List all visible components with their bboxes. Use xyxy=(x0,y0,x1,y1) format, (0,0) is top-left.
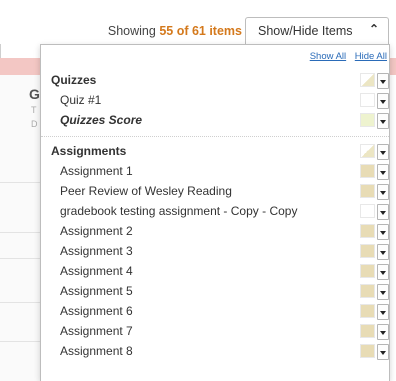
list-item-label: Assignment 5 xyxy=(60,284,133,298)
caret-down-icon xyxy=(380,231,386,235)
showing-status: Showing 55 of 61 items xyxy=(108,24,242,38)
color-swatch[interactable] xyxy=(360,324,375,338)
showing-prefix: Showing xyxy=(107,24,156,38)
color-swatch[interactable] xyxy=(360,344,375,358)
list-item-label: Assignment 4 xyxy=(60,264,133,278)
caret-down-icon xyxy=(380,191,386,195)
color-swatch[interactable] xyxy=(360,284,375,298)
caret-down-icon xyxy=(380,271,386,275)
caret-down-icon xyxy=(380,211,386,215)
color-swatch[interactable] xyxy=(360,184,375,198)
row-menu-button[interactable] xyxy=(377,164,389,180)
row-menu-button[interactable] xyxy=(377,284,389,300)
list-item-label: Assignment 1 xyxy=(60,164,133,178)
list-item[interactable]: Assignment 3 xyxy=(41,241,389,261)
color-swatch[interactable] xyxy=(360,164,375,178)
row-menu-button[interactable] xyxy=(377,224,389,240)
grid-line xyxy=(0,232,40,233)
grid-line xyxy=(0,258,40,259)
caret-down-icon xyxy=(380,331,386,335)
list-item-label: Assignment 7 xyxy=(60,324,133,338)
list-item-label: gradebook testing assignment - Copy - Co… xyxy=(60,204,298,218)
row-menu-button[interactable] xyxy=(377,344,389,360)
caret-down-icon xyxy=(380,100,386,104)
color-swatch[interactable] xyxy=(360,224,375,238)
grid-column-initial: G xyxy=(29,86,40,102)
show-hide-panel: Show All Hide All Quizzes Quiz #1 Quizzes … xyxy=(40,44,390,381)
showing-count: 55 of 61 items xyxy=(159,24,242,38)
list-item[interactable]: Assignment 7 xyxy=(41,321,389,341)
caret-down-icon xyxy=(380,291,386,295)
color-swatch[interactable] xyxy=(360,264,375,278)
color-swatch[interactable] xyxy=(360,304,375,318)
grid-line xyxy=(0,341,40,342)
caret-down-icon xyxy=(380,80,386,84)
color-swatch[interactable] xyxy=(360,113,375,127)
caret-down-icon xyxy=(380,251,386,255)
show-hide-items-label: Show/Hide Items xyxy=(258,24,353,38)
chevron-up-icon: ⌃ xyxy=(368,22,379,36)
list-item[interactable]: Assignment 1 xyxy=(41,161,389,181)
row-menu-button[interactable] xyxy=(377,113,389,129)
group-separator xyxy=(41,136,389,137)
list-item-label: Assignment 2 xyxy=(60,224,133,238)
caret-down-icon xyxy=(380,120,386,124)
row-menu-button[interactable] xyxy=(377,264,389,280)
list-item[interactable]: Assignment 4 xyxy=(41,261,389,281)
caret-down-icon xyxy=(380,311,386,315)
color-swatch[interactable] xyxy=(360,144,375,158)
list-item-label: Quiz #1 xyxy=(60,93,102,107)
item-list: Quizzes Quiz #1 Quizzes Score Assignments As… xyxy=(41,70,389,361)
color-swatch[interactable] xyxy=(360,244,375,258)
list-item-label: Assignment 8 xyxy=(60,344,133,358)
row-menu-button[interactable] xyxy=(377,93,389,109)
toolbar: Showing 55 of 61 items Show/Hide Items ⌃ xyxy=(0,0,396,45)
group-header-label: Assignments xyxy=(51,144,127,158)
grid-line xyxy=(0,182,40,183)
grid-column-sub2: D xyxy=(31,119,38,129)
hide-all-link[interactable]: Hide All xyxy=(355,51,387,62)
list-item-label: Peer Review of Wesley Reading xyxy=(60,184,232,198)
group-header[interactable]: Assignments xyxy=(41,141,389,161)
row-menu-button[interactable] xyxy=(377,324,389,340)
list-item[interactable]: Peer Review of Wesley Reading xyxy=(41,181,389,201)
panel-links: Show All Hide All xyxy=(304,51,387,62)
color-swatch[interactable] xyxy=(360,93,375,107)
caret-down-icon xyxy=(380,351,386,355)
list-item[interactable]: Assignment 6 xyxy=(41,301,389,321)
color-swatch[interactable] xyxy=(360,73,375,87)
list-item[interactable]: Assignment 2 xyxy=(41,221,389,241)
grid-line xyxy=(0,302,40,303)
list-item[interactable]: Quiz #1 xyxy=(41,90,389,110)
grid-column-sub1: T xyxy=(31,105,37,115)
row-menu-button[interactable] xyxy=(377,304,389,320)
row-menu-button[interactable] xyxy=(377,244,389,260)
show-all-link[interactable]: Show All xyxy=(310,51,346,62)
show-hide-items-button[interactable]: Show/Hide Items ⌃ xyxy=(245,17,389,45)
caret-down-icon xyxy=(380,171,386,175)
grid-header-fragment xyxy=(0,58,40,75)
list-item[interactable]: Quizzes Score xyxy=(41,110,389,130)
row-menu-button[interactable] xyxy=(377,184,389,200)
caret-down-icon xyxy=(380,151,386,155)
list-item[interactable]: Assignment 8 xyxy=(41,341,389,361)
list-item[interactable]: Assignment 5 xyxy=(41,281,389,301)
row-menu-button[interactable] xyxy=(377,204,389,220)
row-menu-button[interactable] xyxy=(377,144,389,160)
row-menu-button[interactable] xyxy=(377,73,389,89)
group-header-label: Quizzes xyxy=(51,73,97,87)
group-header[interactable]: Quizzes xyxy=(41,70,389,90)
list-item-label: Quizzes Score xyxy=(60,113,143,127)
color-swatch[interactable] xyxy=(360,204,375,218)
list-item[interactable]: gradebook testing assignment - Copy - Co… xyxy=(41,201,389,221)
list-item-label: Assignment 3 xyxy=(60,244,133,258)
list-item-label: Assignment 6 xyxy=(60,304,133,318)
